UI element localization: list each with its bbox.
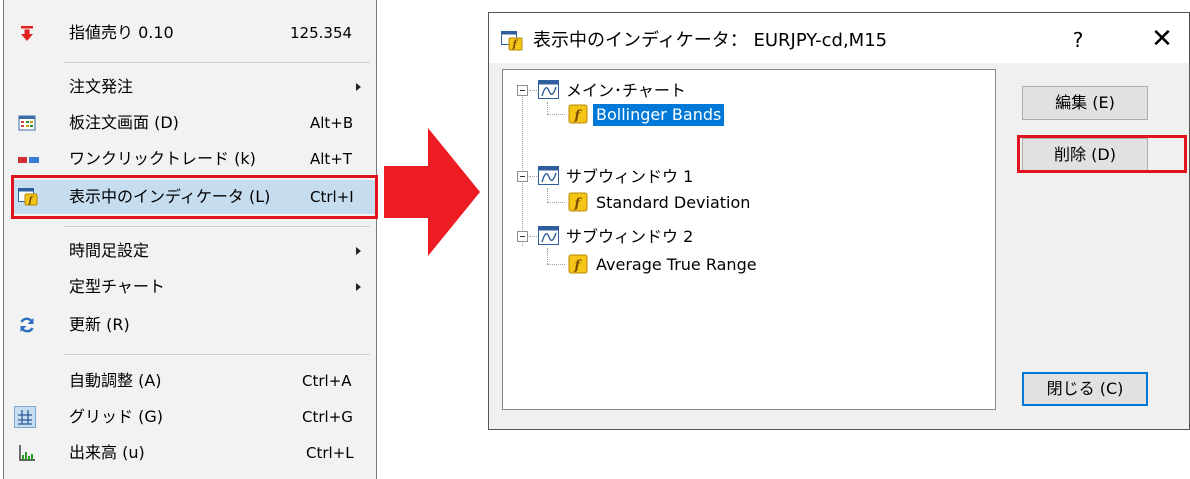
down-arrow-icon bbox=[18, 24, 36, 42]
chart-window-icon bbox=[538, 80, 560, 104]
menu-item-place-order[interactable]: 注文発注 bbox=[4, 70, 376, 104]
collapse-toggle[interactable] bbox=[517, 171, 528, 182]
annotation-highlight-box bbox=[1017, 135, 1187, 173]
dialog-titlebar: f 表示中のインディケータ： EURJPY-cd,M15 ? ✕ bbox=[489, 13, 1189, 63]
menu-item-one-click-trade[interactable]: ワンクリックトレード (k) Alt+T bbox=[4, 142, 376, 176]
menu-item-shortcut: Alt+B bbox=[310, 114, 354, 132]
annotation-highlight-box bbox=[11, 175, 378, 219]
tree-connector bbox=[547, 114, 565, 115]
indicator-function-icon: f bbox=[568, 192, 588, 216]
grid-icon bbox=[14, 406, 36, 428]
menu-separator bbox=[64, 62, 370, 63]
indicator-icon: f bbox=[501, 31, 523, 55]
help-button[interactable]: ? bbox=[1063, 26, 1093, 54]
menu-item-price: 125.354 bbox=[290, 24, 353, 42]
collapse-toggle[interactable] bbox=[517, 231, 528, 242]
indicator-function-icon: f bbox=[568, 104, 588, 128]
refresh-icon bbox=[18, 316, 36, 334]
menu-item-label: 板注文画面 (D) bbox=[69, 113, 179, 132]
menu-item-sell-limit[interactable]: 指値売り 0.10 125.354 bbox=[4, 16, 376, 50]
menu-item-shortcut: Ctrl+G bbox=[302, 408, 353, 426]
tree-connector bbox=[547, 102, 548, 114]
tree-node-label: メイン･チャート bbox=[566, 81, 686, 100]
menu-item-depth-order[interactable]: 板注文画面 (D) Alt+B bbox=[4, 106, 376, 140]
menu-item-shortcut: Alt+T bbox=[310, 150, 353, 168]
menu-item-timeframe[interactable]: 時間足設定 bbox=[4, 234, 376, 268]
menu-item-label: 指値売り 0.10 bbox=[69, 23, 174, 42]
dialog-title: 表示中のインディケータ： EURJPY-cd,M15 bbox=[533, 30, 888, 51]
menu-item-label: 出来高 (u) bbox=[69, 443, 145, 462]
tree-node-label: Standard Deviation bbox=[596, 193, 751, 212]
menu-item-shortcut: Ctrl+L bbox=[306, 444, 354, 462]
menu-item-refresh[interactable]: 更新 (R) bbox=[4, 308, 376, 342]
indicator-function-icon: f bbox=[568, 254, 588, 278]
submenu-arrow-icon bbox=[356, 83, 361, 91]
menu-item-label: ワンクリックトレード (k) bbox=[69, 149, 256, 168]
menu-item-label: グリッド (G) bbox=[69, 407, 163, 426]
submenu-arrow-icon bbox=[356, 247, 361, 255]
menu-item-auto-scroll[interactable]: 自動調整 (A) Ctrl+A bbox=[4, 364, 376, 398]
grid-table-icon bbox=[18, 114, 36, 132]
chart-window-icon bbox=[538, 166, 560, 190]
tree-connector bbox=[529, 236, 537, 237]
collapse-toggle[interactable] bbox=[517, 85, 528, 96]
menu-separator bbox=[64, 226, 370, 227]
menu-item-template-chart[interactable]: 定型チャート bbox=[4, 270, 376, 304]
close-button[interactable]: 閉じる (C) bbox=[1022, 372, 1148, 406]
tree-connector bbox=[547, 248, 548, 264]
menu-item-label: 時間足設定 bbox=[69, 241, 150, 260]
chart-window-icon bbox=[538, 226, 560, 250]
tree-node-label: サブウィンドウ 1 bbox=[566, 167, 694, 186]
one-click-trade-icon bbox=[18, 150, 39, 168]
tree-node-label: Bollinger Bands bbox=[593, 104, 725, 126]
menu-item-label: 定型チャート bbox=[69, 277, 165, 296]
menu-item-label: 注文発注 bbox=[69, 77, 134, 96]
tree-connector bbox=[529, 90, 537, 91]
tree-connector bbox=[547, 264, 565, 265]
menu-item-label: 更新 (R) bbox=[69, 315, 130, 334]
menu-item-shortcut: Ctrl+A bbox=[302, 372, 352, 390]
menu-item-label: 自動調整 (A) bbox=[69, 371, 162, 390]
tree-connector bbox=[529, 176, 537, 177]
tree-connector bbox=[547, 188, 548, 202]
indicator-tree[interactable]: メイン･チャート f Bollinger Bands サブウィンドウ 1 f S… bbox=[502, 69, 996, 410]
indicators-dialog: f 表示中のインディケータ： EURJPY-cd,M15 ? ✕ メイン･チャー… bbox=[488, 12, 1190, 430]
context-menu: 指値売り 0.10 125.354 注文発注 板注文画面 (D) Alt+B ワ… bbox=[3, 0, 378, 479]
close-icon[interactable]: ✕ bbox=[1147, 24, 1177, 54]
edit-button[interactable]: 編集 (E) bbox=[1022, 86, 1148, 120]
tree-connector bbox=[547, 202, 565, 203]
menu-separator bbox=[64, 354, 370, 355]
submenu-arrow-icon bbox=[356, 283, 361, 291]
menu-item-grid[interactable]: グリッド (G) Ctrl+G bbox=[4, 400, 376, 434]
menu-item-volume[interactable]: 出来高 (u) Ctrl+L bbox=[4, 436, 376, 470]
volume-icon bbox=[18, 444, 36, 462]
tree-node-label: サブウィンドウ 2 bbox=[566, 227, 694, 246]
tree-connector bbox=[522, 90, 523, 246]
right-arrow-icon bbox=[384, 128, 480, 256]
tree-node-label: Average True Range bbox=[596, 255, 757, 274]
